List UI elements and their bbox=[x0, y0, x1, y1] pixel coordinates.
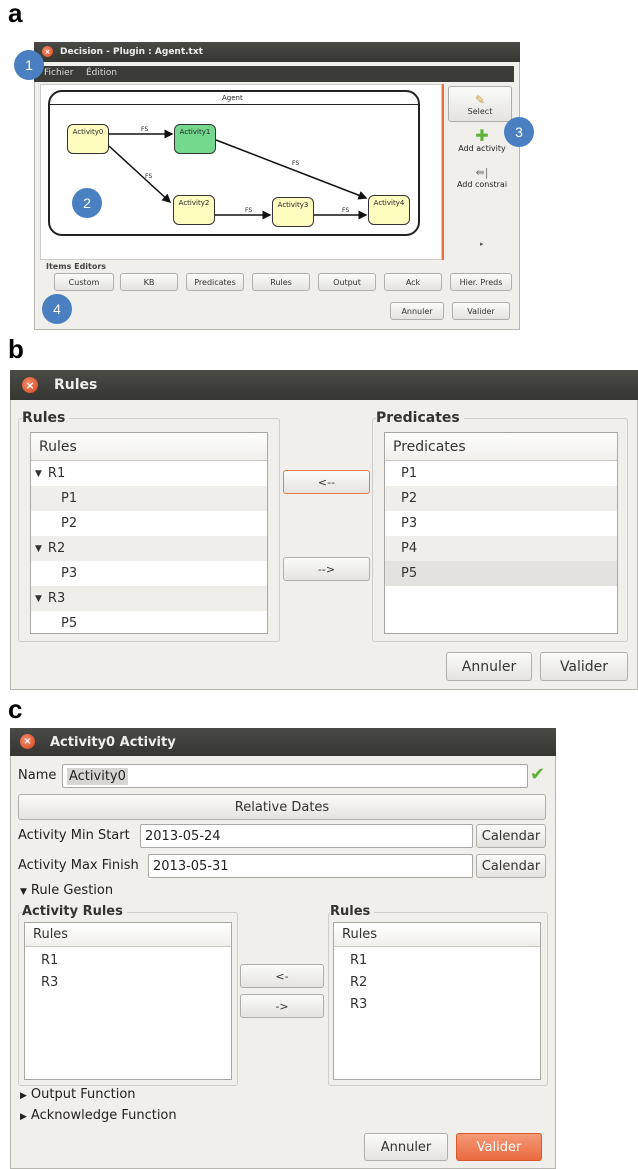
predicates-editor-button[interactable]: Predicates bbox=[186, 273, 244, 291]
close-icon[interactable]: × bbox=[22, 377, 38, 393]
rules-window-title: Rules bbox=[54, 377, 98, 393]
relative-dates-button[interactable]: Relative Dates bbox=[18, 794, 546, 820]
expand-triangle-icon[interactable]: ▼ bbox=[35, 544, 42, 554]
predicates-list-header: Predicates bbox=[385, 433, 617, 461]
items-editors-label: Items Editors bbox=[46, 262, 107, 271]
ack-editor-button[interactable]: Ack bbox=[384, 273, 442, 291]
rules-group-title: Rules bbox=[330, 904, 375, 919]
add-rule-button[interactable]: <- bbox=[240, 964, 324, 988]
callout-1: 1 bbox=[14, 50, 44, 80]
callout-4: 4 bbox=[42, 294, 72, 324]
expand-triangle-icon[interactable]: ▼ bbox=[35, 469, 42, 479]
ok-button[interactable]: Valider bbox=[456, 1133, 542, 1161]
tree-row-p5[interactable]: P5 bbox=[31, 611, 267, 635]
remove-predicate-button[interactable]: --> bbox=[283, 557, 370, 581]
add-activity-label: Add activity bbox=[458, 144, 506, 153]
select-label: Select bbox=[467, 106, 493, 116]
edge-1-4 bbox=[215, 139, 368, 200]
tree-row-p2[interactable]: P2 bbox=[31, 511, 267, 536]
node-activity3[interactable]: Activity3 bbox=[272, 197, 314, 227]
hier-preds-editor-button[interactable]: Hier. Preds bbox=[450, 273, 512, 291]
edge-label: FS bbox=[141, 126, 149, 133]
rules-list-header: Rules bbox=[334, 923, 540, 947]
expanded-triangle-icon: ▼ bbox=[20, 887, 27, 897]
cancel-button[interactable]: Annuler bbox=[364, 1133, 448, 1161]
tree-row-r1[interactable]: ▼ R1 bbox=[31, 461, 267, 486]
rules-titlebar: Rules bbox=[10, 370, 638, 400]
output-function-expander[interactable]: ▶ Output Function bbox=[20, 1087, 136, 1102]
close-icon[interactable]: × bbox=[20, 734, 35, 749]
ok-button[interactable]: Valider bbox=[540, 652, 628, 681]
min-start-label: Activity Min Start bbox=[18, 828, 130, 843]
rules-group-title: Rules bbox=[22, 410, 70, 426]
tree-row-r3[interactable]: ▼ R3 bbox=[31, 586, 267, 611]
activity-rules-header: Rules bbox=[25, 923, 231, 947]
activity-rules-group-title: Activity Rules bbox=[22, 904, 127, 919]
rules-tree-header: Rules bbox=[31, 433, 267, 461]
name-field[interactable]: Activity0 bbox=[62, 764, 528, 788]
predicate-row[interactable]: P1 bbox=[385, 461, 617, 486]
ok-button[interactable]: Valider bbox=[452, 302, 510, 320]
rule-row[interactable]: R1 bbox=[334, 949, 540, 971]
pointer-icon: ✎ bbox=[474, 92, 486, 107]
callout-3: 3 bbox=[504, 117, 534, 147]
activity-rule-row[interactable]: R1 bbox=[25, 949, 231, 971]
rules-list[interactable]: Rules R1 R2 R3 bbox=[333, 922, 541, 1080]
add-constraint-tool[interactable]: ⇚| Add constrai bbox=[450, 166, 514, 189]
max-finish-calendar-button[interactable]: Calendar bbox=[476, 854, 546, 878]
panel-label-c: c bbox=[8, 694, 23, 724]
more-arrow-icon[interactable]: ▸ bbox=[480, 240, 484, 248]
cancel-button[interactable]: Annuler bbox=[446, 652, 532, 681]
node-activity1[interactable]: Activity1 bbox=[174, 124, 216, 154]
checkmark-icon: ✔ bbox=[530, 764, 546, 785]
predicates-group-title: Predicates bbox=[376, 410, 464, 426]
activity-titlebar: Activity0 Activity bbox=[10, 728, 556, 756]
add-predicate-button[interactable]: <-- bbox=[283, 470, 370, 494]
node-activity0[interactable]: Activity0 bbox=[67, 124, 109, 154]
edge-label: FS bbox=[145, 173, 153, 180]
edge-label: FS bbox=[245, 207, 253, 214]
edge-0-2 bbox=[108, 145, 172, 204]
rule-row[interactable]: R2 bbox=[334, 971, 540, 993]
max-finish-label: Activity Max Finish bbox=[18, 858, 139, 873]
expand-triangle-icon[interactable]: ▼ bbox=[35, 594, 42, 604]
tree-row-p3[interactable]: P3 bbox=[31, 561, 267, 586]
select-tool-button[interactable]: ✎ Select bbox=[448, 86, 512, 122]
rule-row[interactable]: R3 bbox=[334, 993, 540, 1015]
name-label: Name bbox=[18, 768, 57, 783]
rules-tree[interactable]: Rules ▼ R1 P1 P2 ▼ R2 P3 ▼ R3 P5 bbox=[30, 432, 268, 634]
cancel-button[interactable]: Annuler bbox=[390, 302, 444, 320]
callout-2: 2 bbox=[72, 188, 102, 218]
activity-rules-list[interactable]: Rules R1 R3 bbox=[24, 922, 232, 1080]
collapsed-triangle-icon: ▶ bbox=[20, 1112, 27, 1122]
predicate-row[interactable]: P2 bbox=[385, 486, 617, 511]
activity-rule-row[interactable]: R3 bbox=[25, 971, 231, 993]
rules-editor-button[interactable]: Rules bbox=[252, 273, 310, 291]
panel-label-b: b bbox=[8, 334, 24, 364]
tree-row-r2[interactable]: ▼ R2 bbox=[31, 536, 267, 561]
predicates-list[interactable]: Predicates P1 P2 P3 P4 P5 bbox=[384, 432, 618, 634]
edge-label: FS bbox=[342, 207, 350, 214]
edge-label: FS bbox=[292, 160, 300, 167]
custom-editor-button[interactable]: Custom bbox=[54, 273, 114, 291]
node-activity4[interactable]: Activity4 bbox=[368, 195, 410, 225]
min-start-field[interactable]: 2013-05-24 bbox=[140, 824, 473, 848]
plug-icon: ⇚| bbox=[475, 166, 489, 179]
min-start-calendar-button[interactable]: Calendar bbox=[476, 824, 546, 848]
kb-editor-button[interactable]: KB bbox=[120, 273, 178, 291]
predicate-row[interactable]: P3 bbox=[385, 511, 617, 536]
output-editor-button[interactable]: Output bbox=[318, 273, 376, 291]
node-activity2[interactable]: Activity2 bbox=[173, 195, 215, 225]
predicate-row-selected[interactable]: P5 bbox=[385, 561, 617, 586]
remove-rule-button[interactable]: -> bbox=[240, 994, 324, 1018]
activity-window-title: Activity0 Activity bbox=[50, 734, 176, 750]
rule-gestion-expander[interactable]: ▼ Rule Gestion bbox=[20, 883, 113, 898]
tree-row-p1[interactable]: P1 bbox=[31, 486, 267, 511]
add-constraint-label: Add constrai bbox=[456, 180, 508, 189]
collapsed-triangle-icon: ▶ bbox=[20, 1091, 27, 1101]
max-finish-field[interactable]: 2013-05-31 bbox=[148, 854, 473, 878]
acknowledge-function-expander[interactable]: ▶ Acknowledge Function bbox=[20, 1108, 177, 1123]
predicate-row[interactable]: P4 bbox=[385, 536, 617, 561]
